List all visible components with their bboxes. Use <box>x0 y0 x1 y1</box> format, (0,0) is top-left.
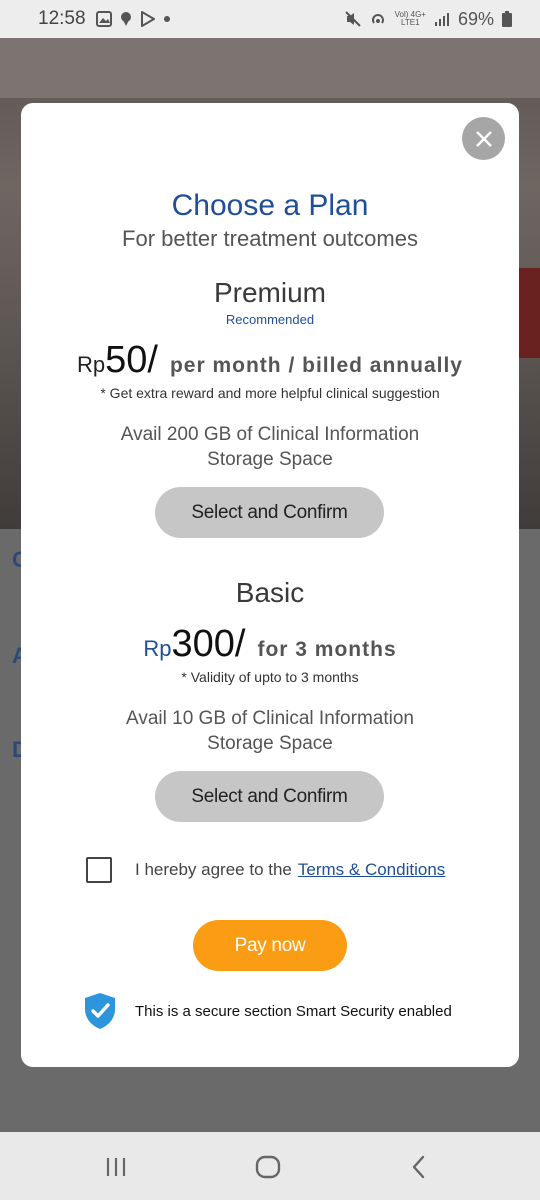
terms-checkbox[interactable] <box>86 857 112 883</box>
secure-text: This is a secure section Smart Security … <box>135 1002 452 1020</box>
gallery-icon <box>95 11 112 27</box>
recent-apps-button[interactable] <box>103 1154 133 1180</box>
signal-icon <box>434 13 449 26</box>
premium-price: Rp 50/ per month / billed annually <box>21 339 519 382</box>
terms-link[interactable]: Terms & Conditions <box>298 860 445 880</box>
home-icon <box>255 1155 281 1179</box>
basic-plan-name: Basic <box>235 577 305 608</box>
terms-row: I hereby agree to the Terms & Conditions <box>86 857 445 883</box>
mute-icon <box>344 11 361 27</box>
basic-feature-line1: Avail 10 GB of Clinical Information <box>126 708 414 729</box>
network-label: Vol) 4G+ LTE1 <box>395 11 426 27</box>
premium-currency: Rp <box>77 352 106 377</box>
secure-notice: This is a secure section Smart Security … <box>83 992 452 1030</box>
close-icon <box>475 130 492 147</box>
premium-amount: 50/ <box>105 339 158 381</box>
network-sub: LTE1 <box>401 18 420 27</box>
basic-note: * Validity of upto to 3 months <box>181 669 359 685</box>
play-store-icon <box>140 11 155 27</box>
system-nav-bar <box>0 1132 540 1200</box>
basic-amount: 300/ <box>171 623 246 665</box>
basic-price: Rp 300/ for 3 months <box>21 623 519 666</box>
recent-apps-icon <box>106 1158 126 1176</box>
hotspot-icon <box>371 14 384 24</box>
home-button[interactable] <box>254 1154 284 1180</box>
pay-now-button[interactable]: Pay now <box>193 920 347 971</box>
back-icon <box>412 1155 425 1179</box>
status-system-icons: Vol) 4G+ LTE1 69% <box>344 8 512 30</box>
premium-period: per month / billed annually <box>169 354 463 377</box>
basic-select-button[interactable]: Select and Confirm <box>155 771 384 822</box>
premium-plan-name: Premium <box>213 277 326 308</box>
modal-subtitle: For better treatment outcomes <box>122 226 418 251</box>
back-button[interactable] <box>406 1154 436 1180</box>
dot-icon <box>163 16 170 22</box>
modal-title: Choose a Plan <box>171 189 369 222</box>
location-pin-icon <box>120 12 131 26</box>
close-button[interactable] <box>462 117 505 160</box>
basic-currency: Rp <box>143 636 172 661</box>
premium-select-button[interactable]: Select and Confirm <box>155 487 384 538</box>
status-time: 12:58 <box>38 8 86 29</box>
status-bar: 12:58 Vol) 4G+ LTE1 69% <box>0 0 540 38</box>
background-roof <box>0 38 540 98</box>
terms-text: I hereby agree to the <box>135 860 292 879</box>
premium-feature-line1: Avail 200 GB of Clinical Information <box>120 424 420 445</box>
basic-period: for 3 months <box>257 638 397 661</box>
battery-icon <box>502 11 512 27</box>
premium-note: * Get extra reward and more helpful clin… <box>100 385 440 401</box>
shield-check-icon <box>85 993 115 1029</box>
basic-feature-line2: Storage Space <box>207 733 333 754</box>
status-notification-icons <box>95 11 170 27</box>
premium-feature-line2: Storage Space <box>207 449 333 470</box>
battery-percent: 69% <box>457 8 494 29</box>
recommended-tag: Recommended <box>225 312 315 327</box>
choose-plan-modal: Choose a Plan For better treatment outco… <box>21 103 519 1067</box>
